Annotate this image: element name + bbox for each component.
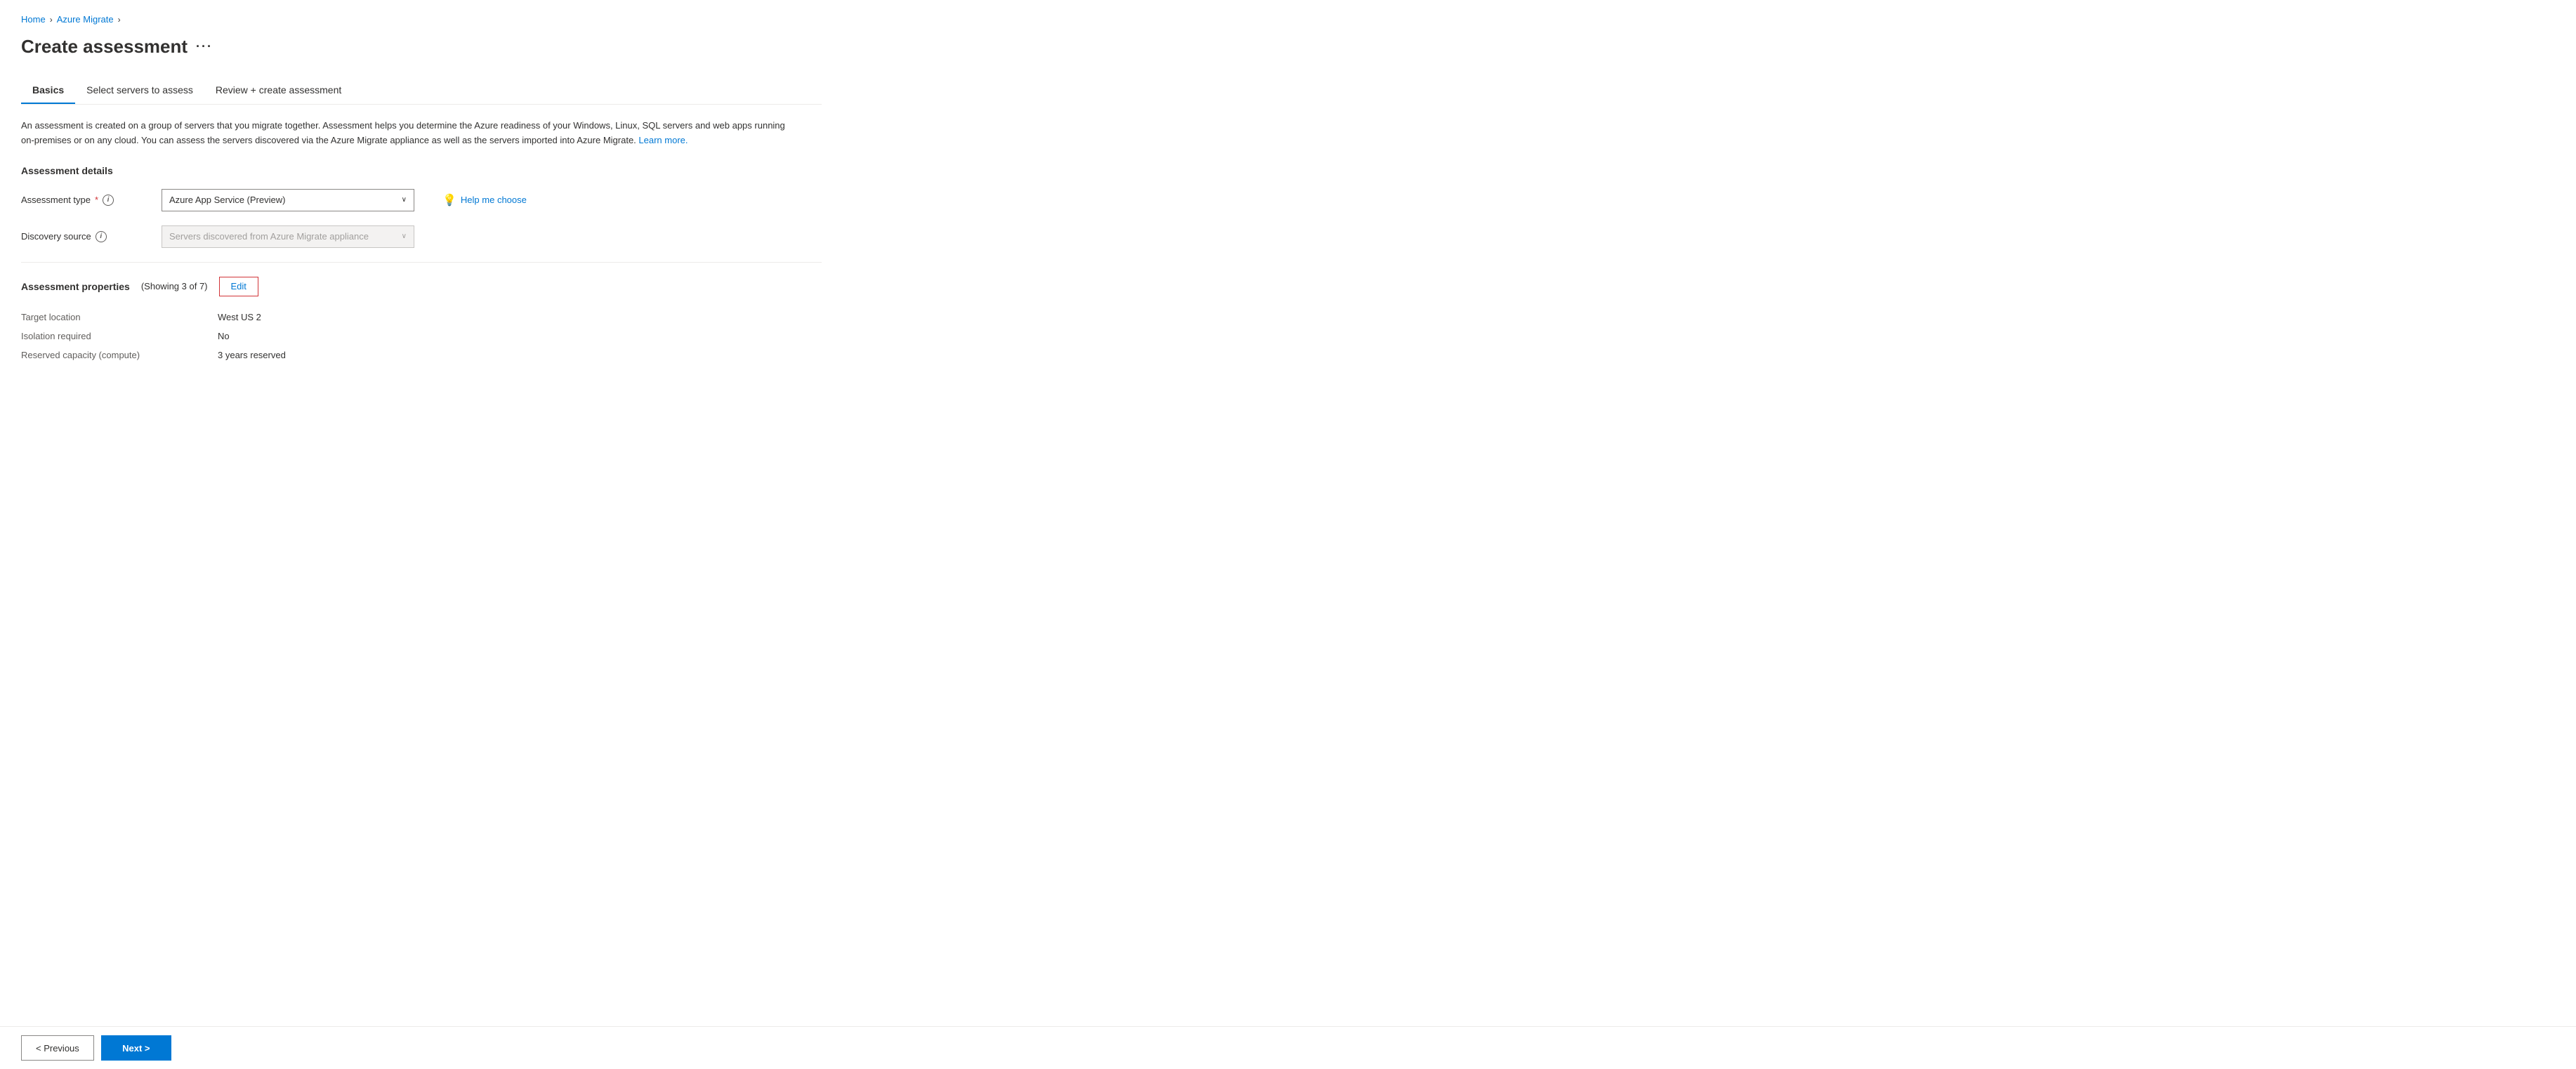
tab-review-create[interactable]: Review + create assessment (204, 77, 353, 104)
assessment-type-value: Azure App Service (Preview) (169, 195, 285, 205)
showing-count: (Showing 3 of 7) (141, 281, 208, 291)
previous-button[interactable]: < Previous (21, 1035, 94, 1061)
property-label-target-location: Target location (21, 312, 218, 322)
learn-more-link[interactable]: Learn more. (638, 135, 688, 145)
breadcrumb-separator-2: › (118, 15, 121, 25)
property-row-reserved-capacity: Reserved capacity (compute) 3 years rese… (21, 346, 822, 365)
assessment-type-info-icon[interactable]: i (103, 195, 114, 206)
tab-select-servers[interactable]: Select servers to assess (75, 77, 204, 104)
assessment-type-row: Assessment type * i Azure App Service (P… (21, 189, 822, 211)
discovery-source-dropdown-arrow: ∨ (402, 232, 407, 240)
assessment-details-title: Assessment details (21, 165, 822, 176)
discovery-source-row: Discovery source i Servers discovered fr… (21, 225, 822, 248)
discovery-source-info-icon[interactable]: i (96, 231, 107, 242)
breadcrumb-separator-1: › (50, 15, 53, 25)
tabs-container: Basics Select servers to assess Review +… (21, 77, 822, 105)
property-value-isolation-required: No (218, 331, 230, 341)
breadcrumb: Home › Azure Migrate › (21, 14, 822, 25)
bulb-icon: 💡 (442, 193, 456, 207)
help-me-choose-label: Help me choose (461, 195, 527, 205)
description-text: An assessment is created on a group of s… (21, 119, 794, 148)
assessment-type-dropdown[interactable]: Azure App Service (Preview) ∨ (162, 189, 414, 211)
more-options-button[interactable]: ··· (196, 39, 213, 54)
property-label-reserved-capacity: Reserved capacity (compute) (21, 350, 218, 360)
property-row-target-location: Target location West US 2 (21, 308, 822, 327)
discovery-source-label: Discovery source (21, 231, 91, 242)
tabs: Basics Select servers to assess Review +… (21, 77, 822, 104)
assessment-properties-header: Assessment properties (Showing 3 of 7) E… (21, 277, 822, 296)
tab-basics[interactable]: Basics (21, 77, 75, 104)
breadcrumb-azure-migrate[interactable]: Azure Migrate (57, 14, 114, 25)
discovery-source-dropdown: Servers discovered from Azure Migrate ap… (162, 225, 414, 248)
breadcrumb-home[interactable]: Home (21, 14, 46, 25)
bottom-bar: < Previous Next > (0, 1026, 2576, 1069)
property-value-reserved-capacity: 3 years reserved (218, 350, 286, 360)
discovery-source-label-group: Discovery source i (21, 231, 147, 242)
assessment-type-label-group: Assessment type * i (21, 195, 147, 206)
section-divider (21, 262, 822, 263)
help-me-choose-link[interactable]: 💡 Help me choose (442, 193, 527, 207)
page-title: Create assessment (21, 36, 188, 58)
assessment-type-dropdown-arrow: ∨ (402, 196, 407, 204)
property-row-isolation-required: Isolation required No (21, 327, 822, 346)
assessment-type-label: Assessment type (21, 195, 91, 205)
page-header: Create assessment ··· (21, 36, 822, 58)
property-label-isolation-required: Isolation required (21, 331, 218, 341)
properties-table: Target location West US 2 Isolation requ… (21, 308, 822, 365)
assessment-properties-title: Assessment properties (21, 281, 130, 292)
discovery-source-value: Servers discovered from Azure Migrate ap… (169, 231, 369, 242)
edit-button[interactable]: Edit (219, 277, 258, 296)
property-value-target-location: West US 2 (218, 312, 261, 322)
next-button[interactable]: Next > (101, 1035, 171, 1061)
required-star: * (95, 195, 98, 205)
